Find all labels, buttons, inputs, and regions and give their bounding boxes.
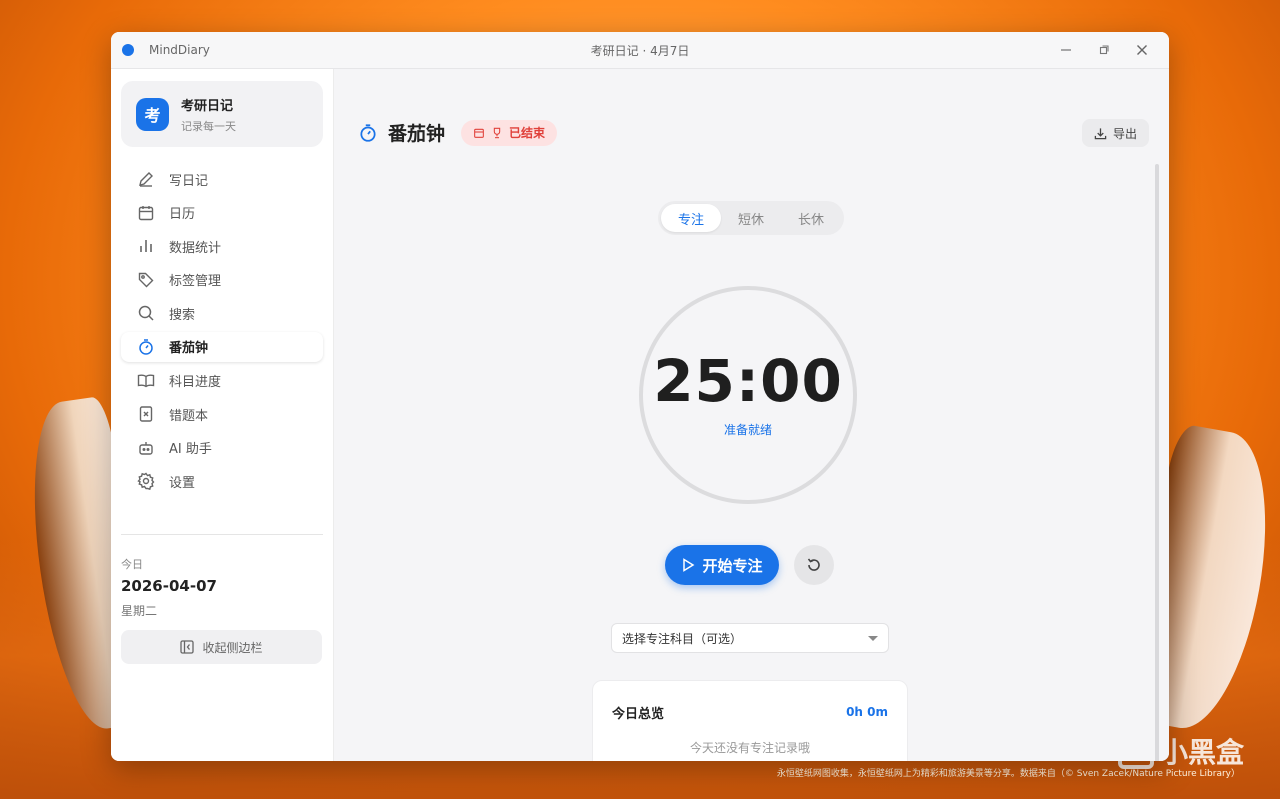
sidebar-item-pomodoro[interactable]: 番茄钟: [121, 331, 323, 362]
collapse-sidebar-icon: [180, 640, 195, 654]
summary-empty-message: 今天还没有专注记录哦: [689, 741, 810, 755]
tag-icon: [137, 271, 155, 289]
window-title: 考研日记 · 4月7日: [590, 43, 690, 58]
main-content: 番茄钟 已结束 导出 专注 短休 长休 25:00 准备就绪 开始专注 选择专注…: [334, 69, 1169, 761]
bar-chart-icon: [137, 237, 155, 255]
trophy-icon: [493, 127, 501, 138]
tab-short-break[interactable]: 短休: [721, 204, 781, 232]
sidebar-item-label: AI 助手: [169, 442, 212, 458]
app-icon: [122, 44, 134, 56]
restore-button[interactable]: [1085, 32, 1123, 68]
sidebar-item-search[interactable]: 搜索: [121, 298, 323, 328]
brand-card[interactable]: 考 考研日记 记录每一天: [121, 81, 323, 147]
sidebar-item-label: 写日记: [169, 173, 209, 189]
xiaoheihe-logo-text: 小黑盒: [1159, 736, 1244, 769]
calendar-icon: [137, 204, 155, 222]
title-bar[interactable]: MindDiary 考研日记 · 4月7日: [111, 32, 1169, 69]
brand-title: 考研日记: [181, 98, 234, 114]
minimize-button[interactable]: [1047, 32, 1085, 68]
start-focus-label: 开始专注: [702, 556, 763, 575]
sidebar-item-label: 标签管理: [169, 274, 222, 290]
sidebar-item-label: 错题本: [169, 408, 209, 424]
today-weekday: 星期二: [121, 604, 158, 618]
status-badge-label: 已结束: [509, 126, 546, 140]
reset-button[interactable]: [794, 545, 834, 585]
sidebar-item-label: 数据统计: [169, 240, 222, 256]
page-title: 番茄钟: [388, 123, 446, 145]
restore-icon: [1099, 45, 1109, 55]
summary-title: 今日总览: [612, 707, 665, 722]
sidebar-item-label: 搜索: [169, 307, 196, 323]
sidebar-item-label: 日历: [169, 207, 196, 223]
robot-icon: [137, 439, 155, 457]
today-label: 今日: [121, 558, 143, 571]
collapse-sidebar-button[interactable]: 收起侧边栏: [121, 630, 322, 664]
window-controls: [1047, 32, 1161, 68]
pen-icon: [137, 170, 155, 188]
gear-icon: [137, 472, 155, 491]
sidebar-item-subject-progress[interactable]: 科目进度: [121, 366, 323, 396]
sidebar: 考 考研日记 记录每一天 写日记 日历 数据统计 标签管理 搜索 番茄钟 科目进…: [111, 69, 334, 761]
sidebar-item-label: 设置: [169, 475, 196, 491]
main-scrollbar[interactable]: [1155, 164, 1159, 761]
app-window: MindDiary 考研日记 · 4月7日 考 考研日记 记录每一天 写日记 日…: [111, 32, 1169, 761]
timer-status: 准备就绪: [723, 422, 772, 437]
play-icon: [683, 558, 695, 572]
brand-logo: 考: [136, 97, 169, 131]
sidebar-item-error-book[interactable]: 错题本: [121, 399, 323, 429]
chevron-down-icon: [868, 635, 878, 641]
reset-icon: [807, 558, 820, 571]
sidebar-item-write-diary[interactable]: 写日记: [121, 164, 323, 194]
today-date: 2026-04-07: [121, 577, 217, 595]
minimize-icon: [1061, 49, 1071, 51]
calendar-icon: [474, 128, 484, 138]
sidebar-item-label: 科目进度: [169, 375, 222, 391]
subject-select[interactable]: 选择专注科目（可选）: [611, 623, 889, 653]
timer-icon: [137, 338, 155, 356]
timer-ring: 25:00 准备就绪: [639, 286, 857, 504]
wallpaper-credit: 永恒壁纸网图收集，永恒壁纸网上为精彩和旅游美景等分享。数据来自（© Sven Z…: [776, 769, 1240, 779]
tab-long-break[interactable]: 长休: [781, 204, 841, 232]
close-icon: [1137, 45, 1147, 55]
today-summary-card: 今日总览 0h 0m 今天还没有专注记录哦: [592, 680, 908, 761]
timer-display: 25:00: [653, 346, 843, 415]
close-button[interactable]: [1123, 32, 1161, 68]
sidebar-nav: 写日记 日历 数据统计 标签管理 搜索 番茄钟 科目进度 错题本 AI 助手 设…: [111, 164, 333, 496]
summary-total: 0h 0m: [846, 705, 888, 719]
error-book-icon: [137, 405, 155, 423]
sidebar-item-label: 番茄钟: [169, 341, 209, 357]
tab-focus[interactable]: 专注: [661, 204, 721, 232]
brand-subtitle: 记录每一天: [181, 119, 236, 133]
search-icon: [137, 304, 155, 322]
sidebar-divider: [121, 534, 323, 535]
start-focus-button[interactable]: 开始专注: [665, 545, 779, 585]
export-button[interactable]: 导出: [1081, 119, 1149, 147]
sidebar-item-ai-assistant[interactable]: AI 助手: [121, 433, 323, 463]
status-badge: 已结束: [461, 119, 558, 146]
sidebar-item-statistics[interactable]: 数据统计: [121, 231, 323, 261]
collapse-sidebar-label: 收起侧边栏: [202, 640, 263, 655]
download-icon: [1094, 127, 1107, 139]
sidebar-item-calendar[interactable]: 日历: [121, 198, 323, 228]
timer-mode-tabs: 专注 短休 长休: [658, 201, 844, 235]
page-header: 番茄钟 已结束: [358, 119, 558, 146]
book-icon: [137, 372, 155, 390]
sidebar-item-settings[interactable]: 设置: [121, 466, 323, 496]
sidebar-item-tags[interactable]: 标签管理: [121, 265, 323, 295]
timer-icon: [358, 123, 378, 143]
export-label: 导出: [1112, 126, 1137, 141]
subject-select-value: 选择专注科目（可选）: [622, 631, 743, 646]
app-name: MindDiary: [149, 43, 210, 57]
